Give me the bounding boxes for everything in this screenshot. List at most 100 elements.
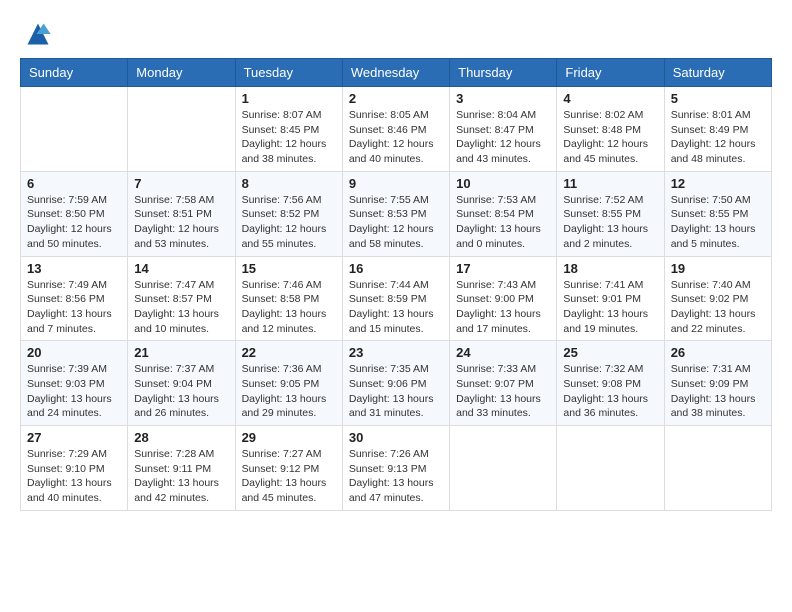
calendar-cell: 30Sunrise: 7:26 AM Sunset: 9:13 PM Dayli… [342,426,449,511]
calendar-cell [664,426,771,511]
day-number: 24 [456,345,550,360]
calendar-cell: 17 Sunrise: 7:43 AM Sunset: 9:00 PM Dayli… [450,256,557,341]
day-info: Sunrise: 8:07 AM Sunset: 8:45 PM Dayligh… [242,108,336,167]
day-of-week-header: Monday [128,59,235,87]
calendar-week-row: 13 Sunrise: 7:49 AM Sunset: 8:56 PM Dayli… [21,256,772,341]
day-number: 2 [349,91,443,106]
calendar-cell: 28 Sunrise: 7:28 AM Sunset: 9:11 PM Dayli… [128,426,235,511]
day-info: Sunrise: 7:27 AM Sunset: 9:12 PM Dayligh… [242,447,336,506]
calendar-cell: 27 Sunrise: 7:29 AM Sunset: 9:10 PM Dayli… [21,426,128,511]
calendar-cell: 5 Sunrise: 8:01 AM Sunset: 8:49 PM Daylig… [664,87,771,172]
day-number: 18 [563,261,657,276]
calendar-week-row: 27 Sunrise: 7:29 AM Sunset: 9:10 PM Dayli… [21,426,772,511]
day-info: Sunrise: 7:33 AM Sunset: 9:07 PM Dayligh… [456,362,550,421]
calendar-cell: 11 Sunrise: 7:52 AM Sunset: 8:55 PM Dayli… [557,171,664,256]
calendar-cell: 24 Sunrise: 7:33 AM Sunset: 9:07 PM Dayli… [450,341,557,426]
day-number: 12 [671,176,765,191]
day-info: Sunrise: 7:46 AM Sunset: 8:58 PM Dayligh… [242,278,336,337]
calendar-cell: 6 Sunrise: 7:59 AM Sunset: 8:50 PM Daylig… [21,171,128,256]
day-info: Sunrise: 7:32 AM Sunset: 9:08 PM Dayligh… [563,362,657,421]
logo [20,20,52,48]
calendar-cell: 8Sunrise: 7:56 AM Sunset: 8:52 PM Daylig… [235,171,342,256]
day-number: 10 [456,176,550,191]
calendar-cell [21,87,128,172]
calendar-cell: 12 Sunrise: 7:50 AM Sunset: 8:55 PM Dayli… [664,171,771,256]
day-info: Sunrise: 7:29 AM Sunset: 9:10 PM Dayligh… [27,447,121,506]
day-info: Sunrise: 7:43 AM Sunset: 9:00 PM Dayligh… [456,278,550,337]
calendar-header-row: SundayMondayTuesdayWednesdayThursdayFrid… [21,59,772,87]
calendar-cell: 25 Sunrise: 7:32 AM Sunset: 9:08 PM Dayli… [557,341,664,426]
day-info: Sunrise: 7:37 AM Sunset: 9:04 PM Dayligh… [134,362,228,421]
day-number: 4 [563,91,657,106]
calendar-cell: 29 Sunrise: 7:27 AM Sunset: 9:12 PM Dayli… [235,426,342,511]
day-info: Sunrise: 7:41 AM Sunset: 9:01 PM Dayligh… [563,278,657,337]
calendar-cell: 2 Sunrise: 8:05 AM Sunset: 8:46 PM Daylig… [342,87,449,172]
day-number: 3 [456,91,550,106]
day-info: Sunrise: 8:01 AM Sunset: 8:49 PM Dayligh… [671,108,765,167]
day-of-week-header: Saturday [664,59,771,87]
day-number: 25 [563,345,657,360]
calendar-cell: 1Sunrise: 8:07 AM Sunset: 8:45 PM Daylig… [235,87,342,172]
day-info: Sunrise: 7:28 AM Sunset: 9:11 PM Dayligh… [134,447,228,506]
day-number: 15 [242,261,336,276]
day-info: Sunrise: 7:49 AM Sunset: 8:56 PM Dayligh… [27,278,121,337]
day-number: 14 [134,261,228,276]
day-number: 17 [456,261,550,276]
calendar-cell: 20 Sunrise: 7:39 AM Sunset: 9:03 PM Dayli… [21,341,128,426]
calendar-cell [557,426,664,511]
calendar-week-row: 6 Sunrise: 7:59 AM Sunset: 8:50 PM Daylig… [21,171,772,256]
day-info: Sunrise: 7:40 AM Sunset: 9:02 PM Dayligh… [671,278,765,337]
day-number: 28 [134,430,228,445]
day-info: Sunrise: 8:02 AM Sunset: 8:48 PM Dayligh… [563,108,657,167]
day-number: 29 [242,430,336,445]
calendar-cell [450,426,557,511]
day-info: Sunrise: 7:36 AM Sunset: 9:05 PM Dayligh… [242,362,336,421]
day-number: 16 [349,261,443,276]
day-info: Sunrise: 7:31 AM Sunset: 9:09 PM Dayligh… [671,362,765,421]
day-info: Sunrise: 7:59 AM Sunset: 8:50 PM Dayligh… [27,193,121,252]
day-info: Sunrise: 7:39 AM Sunset: 9:03 PM Dayligh… [27,362,121,421]
calendar-cell: 21 Sunrise: 7:37 AM Sunset: 9:04 PM Dayli… [128,341,235,426]
day-info: Sunrise: 7:44 AM Sunset: 8:59 PM Dayligh… [349,278,443,337]
day-number: 20 [27,345,121,360]
calendar-week-row: 20 Sunrise: 7:39 AM Sunset: 9:03 PM Dayli… [21,341,772,426]
day-of-week-header: Sunday [21,59,128,87]
day-number: 22 [242,345,336,360]
day-info: Sunrise: 7:52 AM Sunset: 8:55 PM Dayligh… [563,193,657,252]
day-number: 9 [349,176,443,191]
day-info: Sunrise: 7:35 AM Sunset: 9:06 PM Dayligh… [349,362,443,421]
calendar-cell: 14 Sunrise: 7:47 AM Sunset: 8:57 PM Dayli… [128,256,235,341]
day-number: 6 [27,176,121,191]
day-of-week-header: Tuesday [235,59,342,87]
calendar-cell: 19Sunrise: 7:40 AM Sunset: 9:02 PM Dayli… [664,256,771,341]
calendar-cell: 7 Sunrise: 7:58 AM Sunset: 8:51 PM Daylig… [128,171,235,256]
day-number: 30 [349,430,443,445]
calendar-cell: 3 Sunrise: 8:04 AM Sunset: 8:47 PM Daylig… [450,87,557,172]
day-info: Sunrise: 7:50 AM Sunset: 8:55 PM Dayligh… [671,193,765,252]
day-info: Sunrise: 8:05 AM Sunset: 8:46 PM Dayligh… [349,108,443,167]
calendar-cell: 15 Sunrise: 7:46 AM Sunset: 8:58 PM Dayli… [235,256,342,341]
day-of-week-header: Thursday [450,59,557,87]
day-number: 21 [134,345,228,360]
day-number: 8 [242,176,336,191]
day-info: Sunrise: 7:58 AM Sunset: 8:51 PM Dayligh… [134,193,228,252]
day-info: Sunrise: 8:04 AM Sunset: 8:47 PM Dayligh… [456,108,550,167]
day-number: 11 [563,176,657,191]
logo-icon [24,20,52,48]
day-number: 13 [27,261,121,276]
page-header [20,20,772,48]
calendar-cell: 22 Sunrise: 7:36 AM Sunset: 9:05 PM Dayli… [235,341,342,426]
day-number: 27 [27,430,121,445]
calendar-cell: 23 Sunrise: 7:35 AM Sunset: 9:06 PM Dayli… [342,341,449,426]
day-number: 26 [671,345,765,360]
calendar-cell: 18 Sunrise: 7:41 AM Sunset: 9:01 PM Dayli… [557,256,664,341]
calendar-cell: 26 Sunrise: 7:31 AM Sunset: 9:09 PM Dayli… [664,341,771,426]
day-number: 5 [671,91,765,106]
day-info: Sunrise: 7:55 AM Sunset: 8:53 PM Dayligh… [349,193,443,252]
day-info: Sunrise: 7:47 AM Sunset: 8:57 PM Dayligh… [134,278,228,337]
calendar-cell: 16 Sunrise: 7:44 AM Sunset: 8:59 PM Dayli… [342,256,449,341]
day-number: 7 [134,176,228,191]
day-number: 23 [349,345,443,360]
calendar-cell: 10 Sunrise: 7:53 AM Sunset: 8:54 PM Dayli… [450,171,557,256]
day-info: Sunrise: 7:53 AM Sunset: 8:54 PM Dayligh… [456,193,550,252]
